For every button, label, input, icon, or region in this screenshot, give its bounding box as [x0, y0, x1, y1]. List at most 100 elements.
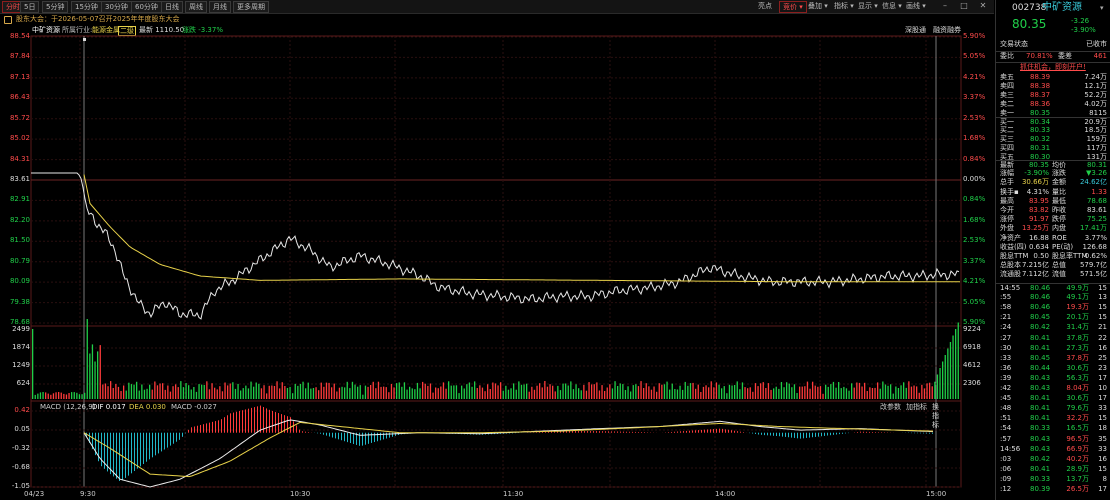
tick-count: 25 — [1098, 353, 1107, 362]
macd-bar — [200, 424, 201, 433]
volume-bar — [734, 385, 736, 399]
macd-bar — [881, 432, 882, 433]
volume-bar — [783, 387, 785, 399]
volume-bar — [791, 387, 793, 399]
volume-bar — [268, 385, 270, 399]
volume-bar — [801, 386, 803, 399]
volume-bar — [520, 384, 523, 399]
macd-bar — [341, 432, 342, 441]
tick-volume: 49.9万 — [1066, 284, 1089, 292]
ask-row[interactable]: 卖三 88.37 52.2万 — [996, 91, 1110, 100]
promo-link[interactable]: 抓住机会，即刻开户! — [1020, 63, 1086, 72]
bid-row[interactable]: 买四 80.31 117万 — [996, 144, 1110, 153]
tick-price: 80.39 — [1030, 485, 1051, 493]
volume-bar — [393, 387, 395, 399]
macd-bar — [929, 432, 930, 434]
volume-bar — [333, 383, 335, 399]
volume-bar — [245, 385, 247, 399]
macd-bar — [191, 427, 192, 433]
volume-bar — [255, 382, 257, 399]
macd-bar — [344, 432, 345, 442]
dropdown-icon[interactable]: ▾ — [1100, 2, 1104, 14]
macd-button-2[interactable]: 换指标 — [932, 403, 939, 430]
tick-row: :58 80.46 19.3万 15 — [996, 303, 1110, 312]
macd-bar — [248, 408, 249, 433]
ask-price: 88.38 — [1030, 82, 1051, 90]
volume-bar — [674, 389, 676, 399]
volume-bar — [632, 385, 634, 399]
volume-bar — [133, 384, 135, 399]
macd-bar — [632, 431, 633, 433]
volume-bar — [203, 385, 205, 399]
volume-bar — [887, 385, 889, 399]
volume-tick-label-right: 9224 — [963, 325, 981, 333]
volume-bar — [193, 387, 195, 399]
volume-bar — [167, 385, 169, 399]
volume-bar — [294, 383, 296, 399]
bid-row[interactable]: 买二 80.33 18.5万 — [996, 126, 1110, 135]
macd-bar — [743, 432, 744, 433]
macd-bar — [143, 432, 144, 465]
volume-bar — [403, 382, 406, 399]
ask-row[interactable]: 卖五 88.39 7.24万 — [996, 73, 1110, 82]
bid-volume: 159万 — [1086, 135, 1107, 143]
intraday-chart[interactable] — [0, 0, 994, 500]
macd-bar — [395, 432, 396, 436]
macd-bar — [722, 428, 723, 433]
macd-bar — [278, 413, 279, 433]
macd-bar — [857, 432, 858, 433]
volume-bar — [700, 392, 702, 399]
volume-bar — [208, 389, 211, 399]
volume-bar — [487, 384, 489, 399]
tick-volume: 79.6万 — [1066, 404, 1089, 413]
tick-volume: 20.1万 — [1066, 313, 1089, 322]
macd-bar — [671, 431, 672, 433]
macd-bar — [299, 429, 300, 433]
promo-row[interactable]: 抓住机会，即刻开户! — [996, 62, 1110, 72]
volume-bar — [622, 384, 624, 399]
stock-name-panel: 中矿资源 — [1042, 2, 1082, 13]
stat-row: 收益(四) 0.634 PE(动) 126.68 — [996, 243, 1110, 252]
macd-bar — [362, 432, 363, 446]
stat-value: 91.97 — [1028, 215, 1049, 224]
pct-tick-label: 4.21% — [963, 277, 986, 286]
macd-bar — [146, 432, 147, 462]
ask-row[interactable]: 卖四 88.38 12.1万 — [996, 82, 1110, 91]
stat-label: 最高 — [1000, 196, 1014, 205]
volume-bar — [422, 381, 424, 399]
tick-time: :55 — [1000, 293, 1012, 302]
webi-row: 委比 70.81% 委差 461 — [996, 51, 1110, 61]
volume-bar — [429, 383, 432, 399]
ask-row[interactable]: 卖二 88.36 4.02万 — [996, 100, 1110, 109]
stat-row: 今开 83.82 昨收 83.61 — [996, 206, 1110, 215]
macd-bar — [164, 432, 165, 450]
macd-button-1[interactable]: 加指标 — [906, 403, 927, 412]
tick-time: :27 — [1000, 333, 1012, 342]
volume-bar — [34, 394, 36, 399]
volume-bar — [63, 393, 65, 399]
macd-button-0[interactable]: 改参数 — [880, 403, 901, 412]
tick-count: 17 — [1098, 373, 1107, 382]
macd-bar — [308, 432, 309, 433]
volume-bar — [858, 382, 861, 399]
volume-bar — [702, 386, 705, 399]
macd-bar — [149, 432, 150, 460]
volume-bar — [903, 382, 905, 399]
stat-label: 金额 — [1052, 178, 1066, 187]
macd-bar — [569, 431, 570, 433]
macd-bar — [575, 431, 576, 433]
bid-row[interactable]: 买三 80.32 159万 — [996, 135, 1110, 144]
volume-bar — [695, 388, 697, 399]
macd-bar — [707, 429, 708, 433]
volume-bar — [500, 382, 502, 399]
stat-label: 流通股 — [1000, 270, 1021, 279]
volume-bar — [726, 393, 728, 399]
macd-bar — [392, 432, 393, 437]
macd-bar — [773, 432, 774, 436]
volume-bar — [50, 394, 52, 399]
volume-bar — [292, 393, 294, 399]
macd-tick-label: -1.05 — [11, 482, 30, 490]
volume-bar — [281, 382, 283, 399]
volume-bar — [409, 386, 411, 399]
macd-bar — [704, 429, 705, 433]
